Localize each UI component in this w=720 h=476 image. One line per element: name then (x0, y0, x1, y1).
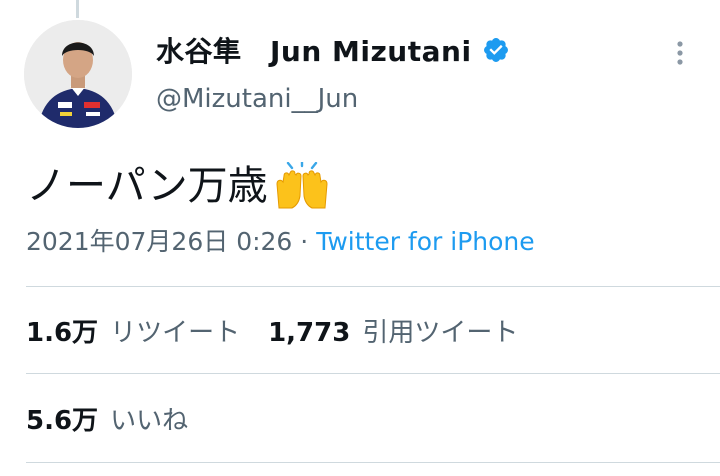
divider (26, 373, 720, 374)
likes-count: 5.6万 (26, 406, 99, 436)
profile-photo-icon (24, 20, 132, 128)
quotes-link[interactable]: 1,773 引用ツイート (268, 312, 518, 349)
display-name[interactable]: 水谷隼 Jun Mizutani (156, 30, 472, 70)
author-name-row[interactable]: 水谷隼 Jun Mizutani (156, 28, 510, 72)
retweets-link[interactable]: 1.6万 リツイート (26, 312, 240, 349)
raising-hands-icon (276, 162, 328, 209)
divider (26, 462, 720, 463)
avatar[interactable] (24, 20, 132, 128)
verified-badge-icon (483, 38, 508, 62)
meta-separator: · (292, 227, 317, 256)
more-options-icon[interactable] (668, 38, 692, 68)
thread-connector-line (76, 0, 79, 18)
likes-stats-row: 5.6万 いいね (26, 400, 188, 437)
user-handle[interactable]: @Mizutani__Jun (156, 84, 358, 114)
quotes-count: 1,773 (268, 318, 351, 348)
tweet-text-content: ノーパン万歳 (26, 163, 268, 209)
retweets-count: 1.6万 (26, 318, 99, 348)
retweet-stats-row: 1.6万 リツイート 1,773 引用ツイート (26, 312, 518, 349)
tweet-source-link[interactable]: Twitter for iPhone (316, 227, 534, 256)
tweet-meta: 2021年07月26日 0:26 · Twitter for iPhone (26, 222, 535, 258)
likes-link[interactable]: 5.6万 いいね (26, 400, 188, 437)
tweet-timestamp[interactable]: 2021年07月26日 0:26 (26, 227, 292, 256)
quotes-label: 引用ツイート (362, 318, 519, 348)
tweet-text: ノーパン万歳 (26, 160, 330, 212)
likes-label: いいね (110, 406, 189, 436)
divider (26, 286, 720, 287)
retweets-label: リツイート (110, 318, 241, 348)
